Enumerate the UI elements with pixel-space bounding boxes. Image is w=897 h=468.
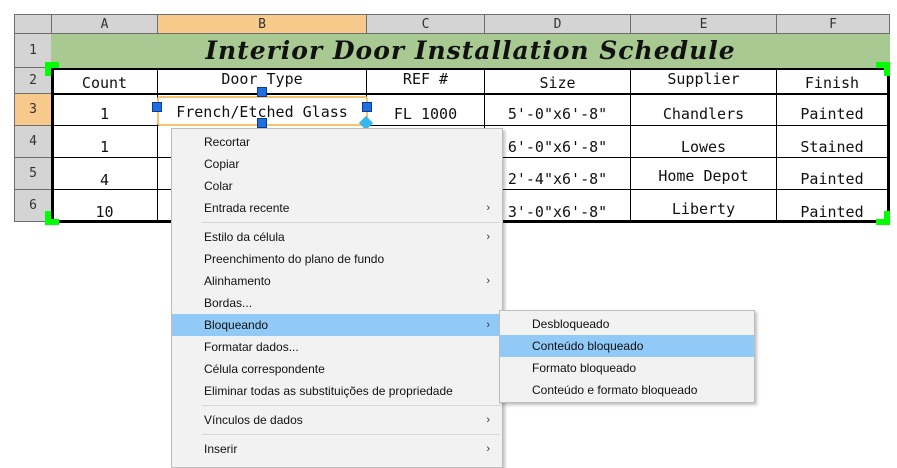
table-cell[interactable]: 4 bbox=[52, 158, 157, 189]
row-header-5[interactable]: 5 bbox=[14, 158, 52, 190]
submenu-item-unlocked[interactable]: Desbloqueado bbox=[500, 313, 754, 335]
header-size[interactable]: Size bbox=[485, 69, 630, 93]
cell-handle-top[interactable] bbox=[257, 87, 267, 97]
header-count[interactable]: Count bbox=[52, 69, 157, 93]
table-cell[interactable]: 5'-0"x6'-8" bbox=[485, 95, 630, 125]
table-cell[interactable]: Painted bbox=[777, 95, 887, 125]
menu-item-copy[interactable]: Copiar bbox=[172, 153, 502, 175]
menu-item-background-fill[interactable]: Preenchimento do plano de fundo bbox=[172, 248, 502, 270]
menu-item-label: Entrada recente bbox=[204, 201, 290, 215]
menu-item-paste[interactable]: Colar bbox=[172, 175, 502, 197]
chevron-right-icon: › bbox=[486, 319, 490, 331]
table-cell[interactable]: Stained bbox=[777, 126, 887, 157]
locking-submenu: Desbloqueado Conteúdo bloqueado Formato … bbox=[499, 310, 755, 403]
menu-item-label: Bordas... bbox=[204, 296, 253, 310]
chevron-right-icon: › bbox=[486, 231, 490, 243]
table-cell[interactable]: Painted bbox=[777, 190, 887, 221]
submenu-item-content-format-locked[interactable]: Conteúdo e formato bloqueado bbox=[500, 379, 754, 401]
column-header-c[interactable]: C bbox=[367, 14, 485, 34]
header-supplier[interactable]: Supplier bbox=[631, 69, 776, 93]
header-finish[interactable]: Finish bbox=[777, 69, 887, 93]
menu-separator bbox=[202, 222, 500, 223]
menu-separator bbox=[202, 434, 500, 435]
table-cell[interactable]: 1 bbox=[52, 95, 157, 125]
menu-item-label: Formato bloqueado bbox=[532, 361, 637, 375]
menu-item-label: Vínculos de dados bbox=[204, 413, 303, 427]
menu-item-remove-overrides[interactable]: Eliminar todas as substituições de propr… bbox=[172, 380, 502, 402]
table-cell[interactable]: FL 1000 bbox=[367, 95, 484, 125]
menu-item-label: Copiar bbox=[204, 157, 240, 171]
menu-item-label: Célula correspondente bbox=[204, 362, 325, 376]
menu-item-label: Estilo da célula bbox=[204, 230, 285, 244]
header-ref[interactable]: REF # bbox=[367, 69, 484, 93]
menu-item-cut[interactable]: Recortar bbox=[172, 131, 502, 153]
column-header-b[interactable]: B bbox=[158, 14, 367, 34]
row-header-3[interactable]: 3 bbox=[14, 94, 52, 126]
menu-item-label: Conteúdo bloqueado bbox=[532, 339, 644, 353]
menu-item-locking[interactable]: Bloqueando › bbox=[172, 314, 502, 336]
menu-item-label: Alinhamento bbox=[204, 274, 271, 288]
table-grip-bottom-left[interactable] bbox=[45, 211, 59, 225]
chevron-right-icon: › bbox=[486, 202, 490, 214]
table-cell[interactable]: Chandlers bbox=[631, 95, 776, 125]
row-header-4[interactable]: 4 bbox=[14, 126, 52, 158]
menu-item-cell-style[interactable]: Estilo da célula › bbox=[172, 226, 502, 248]
menu-item-label: Inserir bbox=[204, 442, 238, 456]
table-cell[interactable]: 10 bbox=[52, 190, 157, 221]
menu-item-label: Formatar dados... bbox=[204, 340, 299, 354]
chevron-right-icon: › bbox=[486, 414, 490, 426]
menu-item-match-cell[interactable]: Célula correspondente bbox=[172, 358, 502, 380]
menu-item-alignment[interactable]: Alinhamento › bbox=[172, 270, 502, 292]
table-cell[interactable]: Lowes bbox=[631, 126, 776, 157]
menu-item-recent-input[interactable]: Entrada recente › bbox=[172, 197, 502, 219]
menu-item-label: Eliminar todas as substituições de propr… bbox=[204, 384, 453, 398]
table-cell[interactable]: 2'-4"x6'-8" bbox=[485, 158, 630, 189]
menu-item-label: Conteúdo e formato bloqueado bbox=[532, 383, 698, 397]
table-cell[interactable]: 1 bbox=[52, 126, 157, 157]
menu-item-label: Recortar bbox=[204, 135, 251, 149]
column-header-d[interactable]: D bbox=[485, 14, 631, 34]
table-cell[interactable]: Home Depot bbox=[631, 158, 776, 189]
table-grip-bottom-right[interactable] bbox=[876, 211, 890, 225]
cell-handle-left[interactable] bbox=[152, 102, 162, 112]
menu-item-data-links[interactable]: Vínculos de dados › bbox=[172, 409, 502, 431]
submenu-item-content-locked[interactable]: Conteúdo bloqueado bbox=[500, 335, 754, 357]
menu-item-label: Bloqueando bbox=[204, 318, 269, 332]
chevron-right-icon: › bbox=[486, 275, 490, 287]
table-grip-top-right[interactable] bbox=[876, 62, 890, 76]
corner-header[interactable] bbox=[14, 14, 52, 34]
table-title[interactable]: Interior Door Installation Schedule bbox=[51, 34, 890, 70]
menu-item-label: Desbloqueado bbox=[532, 317, 610, 331]
table-cell[interactable]: 3'-0"x6'-8" bbox=[485, 190, 630, 221]
submenu-item-format-locked[interactable]: Formato bloqueado bbox=[500, 357, 754, 379]
table-cell[interactable]: 6'-0"x6'-8" bbox=[485, 126, 630, 157]
table-grip-top-left[interactable] bbox=[45, 62, 59, 76]
menu-separator bbox=[202, 405, 500, 406]
column-header-a[interactable]: A bbox=[52, 14, 158, 34]
menu-item-borders[interactable]: Bordas... bbox=[172, 292, 502, 314]
chevron-right-icon: › bbox=[486, 443, 490, 455]
menu-item-label: Colar bbox=[204, 179, 233, 193]
cell-context-menu: Recortar Copiar Colar Entrada recente › E… bbox=[171, 128, 503, 468]
table-cell[interactable]: Painted bbox=[777, 158, 887, 189]
menu-item-label: Preenchimento do plano de fundo bbox=[204, 252, 385, 266]
column-header-e[interactable]: E bbox=[631, 14, 777, 34]
column-header-f[interactable]: F bbox=[777, 14, 890, 34]
table-cell[interactable]: Liberty bbox=[631, 190, 776, 221]
menu-item-data-format[interactable]: Formatar dados... bbox=[172, 336, 502, 358]
cell-handle-right[interactable] bbox=[362, 102, 372, 112]
cell-handle-bottom[interactable] bbox=[257, 118, 267, 128]
menu-item-insert[interactable]: Inserir › bbox=[172, 438, 502, 460]
